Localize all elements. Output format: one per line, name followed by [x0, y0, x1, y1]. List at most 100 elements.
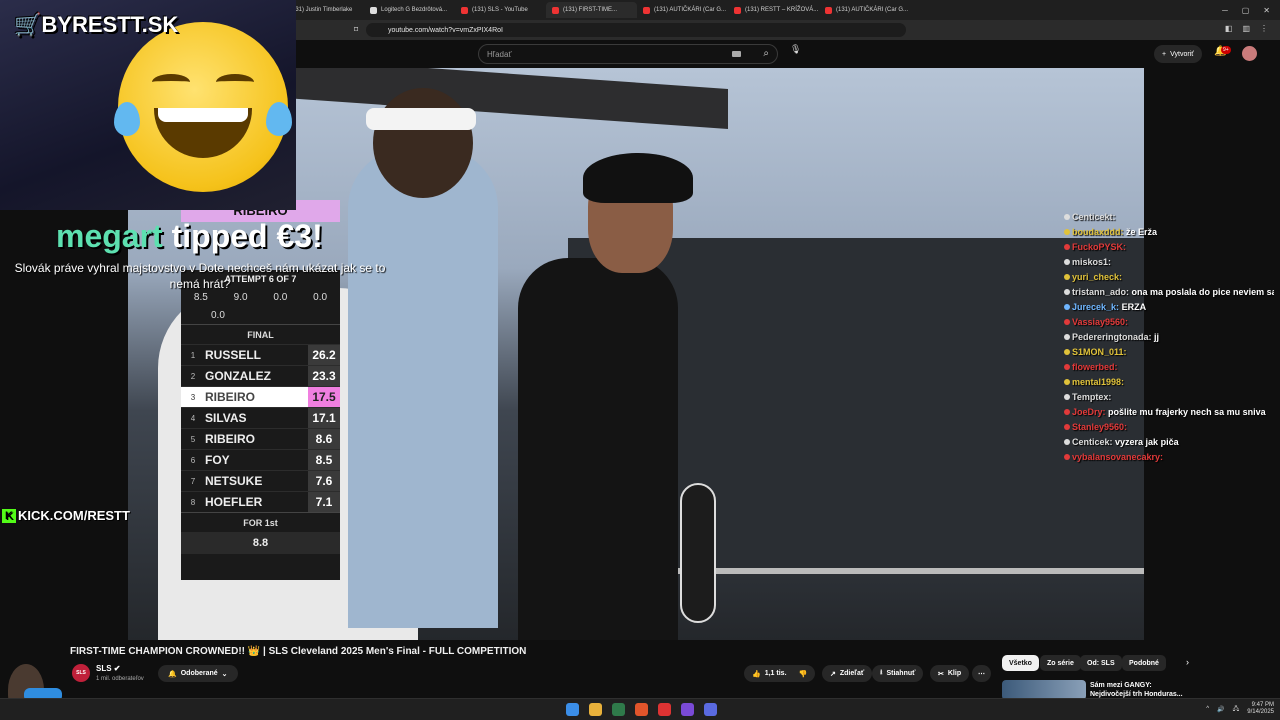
network-icon[interactable]: 🖧	[1233, 704, 1240, 714]
standing-score: 23.3	[308, 366, 340, 386]
windows-start-icon[interactable]	[566, 703, 579, 716]
standings-row: 2 GONZALEZ 23.3	[181, 365, 340, 386]
run-score: 0.0	[273, 291, 288, 303]
recommended-title[interactable]: Sám mezi GANGY: Nejdivočejší trh Hondura…	[1090, 681, 1190, 699]
chat-badge-icon	[1064, 289, 1070, 295]
chat-badge-icon	[1064, 454, 1070, 460]
terminal-icon[interactable]	[612, 703, 625, 716]
channel-avatar[interactable]: SLS	[72, 664, 90, 682]
chat-badge-icon	[1064, 379, 1070, 385]
download-button[interactable]: ⭳ Stiahnuť	[872, 665, 924, 682]
browser-tab[interactable]: (131) AUTIČKÁRI (Car G...	[819, 2, 910, 18]
sidebar-icon[interactable]: ▥	[1242, 24, 1250, 33]
video-scene-person	[348, 148, 498, 628]
app-icon[interactable]	[681, 703, 694, 716]
tab-favicon-icon	[643, 6, 650, 14]
tip-text: tipped €3!	[171, 218, 323, 254]
standing-rank: 4	[190, 413, 196, 423]
chat-message: Jurecek_k: ERZA	[1064, 300, 1274, 315]
run-score: 0.0	[211, 309, 225, 321]
emoji-tear	[114, 102, 140, 136]
more-actions-button[interactable]: ⋯	[972, 665, 991, 682]
chevron-up-icon[interactable]: ^	[1206, 706, 1209, 712]
chip-from-channel[interactable]: Od: SLS	[1080, 655, 1122, 671]
browser-tab[interactable]: (131) AUTIČKÁRI (Car G...	[637, 2, 728, 18]
minimize-icon[interactable]: ─	[1222, 6, 1228, 15]
standings-row: 1 RUSSELL 26.2	[181, 344, 340, 365]
taskbar: ^ 🔊 🖧 9:47 PM 9/14/2025	[0, 698, 1280, 720]
url-field[interactable]: youtube.com/watch?v=vmZxPIX4RoI	[366, 23, 906, 37]
run-score: 9.0	[233, 291, 248, 303]
tab-label: (131) SLS - YouTube	[472, 7, 528, 13]
standing-rank: 5	[190, 434, 196, 444]
thumbs-down-icon[interactable]: 👎	[799, 670, 808, 678]
chat-badge-icon	[1064, 409, 1070, 415]
search-input[interactable]: Hľadať	[487, 50, 511, 59]
chat-badge-icon	[1064, 244, 1070, 250]
standing-rank: 7	[190, 476, 196, 486]
chat-message: Pedereringtonada: jj	[1064, 330, 1274, 345]
chat-badge-icon	[1064, 364, 1070, 370]
browser-tab[interactable]: Logitech G Bezdrôtová...	[364, 2, 455, 18]
chat-message: Centicekt:	[1064, 210, 1274, 225]
search-icon[interactable]: ⌕	[763, 48, 769, 59]
channel-name[interactable]: SLS ✔	[96, 664, 121, 673]
chat-username: Centicekt:	[1072, 212, 1116, 222]
chip-series[interactable]: Zo série	[1040, 655, 1081, 671]
maximize-icon[interactable]: ▢	[1242, 6, 1250, 15]
keyboard-icon[interactable]	[732, 51, 741, 57]
clock-date: 9/14/2025	[1247, 709, 1274, 715]
volume-icon[interactable]: 🔊	[1217, 706, 1224, 713]
recommended-thumbnail[interactable]	[1002, 680, 1086, 700]
browser-tab[interactable]: (131) RESTT – KRÍŽOVÁ...	[728, 2, 819, 18]
kick-icon: K	[2, 508, 16, 523]
app-icon[interactable]	[658, 703, 671, 716]
tab-label: (131) AUTIČKÁRI (Car G...	[654, 7, 727, 13]
subscribed-button[interactable]: 🔔 Odoberané ⌄	[158, 665, 238, 682]
close-icon[interactable]: ✕	[1263, 6, 1270, 15]
chip-related[interactable]: Podobné	[1122, 655, 1166, 671]
browser-tab[interactable]: (131) FIRST-TIME...	[546, 2, 637, 18]
scissors-icon: ✂	[938, 670, 944, 678]
chat-badge-icon	[1064, 349, 1070, 355]
emoji-tear	[266, 102, 292, 136]
like-button[interactable]: 👍 1,1 tis. 👎	[744, 665, 816, 682]
scoreboard-for-value: 8.8	[181, 532, 340, 554]
tip-user: megart	[56, 218, 163, 254]
chat-message: JoeDry: pošlite mu frajerky nech sa mu s…	[1064, 405, 1274, 420]
bell-icon: 🔔	[168, 670, 177, 678]
browser-tab[interactable]: (131) SLS - YouTube	[455, 2, 546, 18]
extensions-icon[interactable]: ◧	[1225, 24, 1233, 33]
chat-username: tristann_ado:	[1072, 287, 1130, 297]
chat-username: Jurecek_k:	[1072, 302, 1120, 312]
clock[interactable]: 9:47 PM 9/14/2025	[1247, 702, 1274, 716]
standing-name: NETSUKE	[205, 474, 263, 488]
avatar[interactable]	[1242, 46, 1257, 61]
discord-icon[interactable]	[704, 703, 717, 716]
search-bar[interactable]: Hľadať ⌕	[478, 44, 778, 64]
clip-button[interactable]: ✂ Klip	[930, 665, 970, 682]
chat-message: mental1998:	[1064, 375, 1274, 390]
menu-icon[interactable]: ⋮	[1260, 24, 1268, 33]
mic-icon[interactable]: 🎙	[790, 44, 802, 56]
video-scene-rail	[648, 568, 1144, 574]
brave-browser-icon[interactable]	[635, 703, 648, 716]
file-explorer-icon[interactable]	[589, 703, 602, 716]
chat-badge-icon	[1064, 229, 1070, 235]
share-button[interactable]: ↗ Zdieľať	[822, 665, 873, 682]
chat-username: boudaxddd:	[1072, 227, 1124, 237]
download-label: Stiahnuť	[886, 670, 916, 677]
tip-alert: megart tipped €3!	[56, 218, 323, 255]
standings-row: 3 RIBEIRO 17.5	[181, 386, 340, 407]
tab-label: (131) Justin Timberlake	[290, 7, 353, 13]
chip-all[interactable]: Všetko	[1002, 655, 1039, 671]
create-button[interactable]: + Vytvoriť	[1154, 45, 1202, 63]
standing-rank: 1	[190, 350, 196, 360]
screen: ...ztro MalinovoMegnetFishing.sk - Mag..…	[0, 0, 1280, 720]
standing-score: 17.5	[308, 387, 340, 407]
chevron-right-icon[interactable]: ›	[1186, 657, 1189, 667]
notification-count: 9+	[1221, 46, 1231, 54]
standing-score: 8.6	[308, 429, 340, 449]
standings-row: 6 FOY 8.5	[181, 449, 340, 470]
bookmark-icon[interactable]: ⌑	[354, 25, 358, 34]
